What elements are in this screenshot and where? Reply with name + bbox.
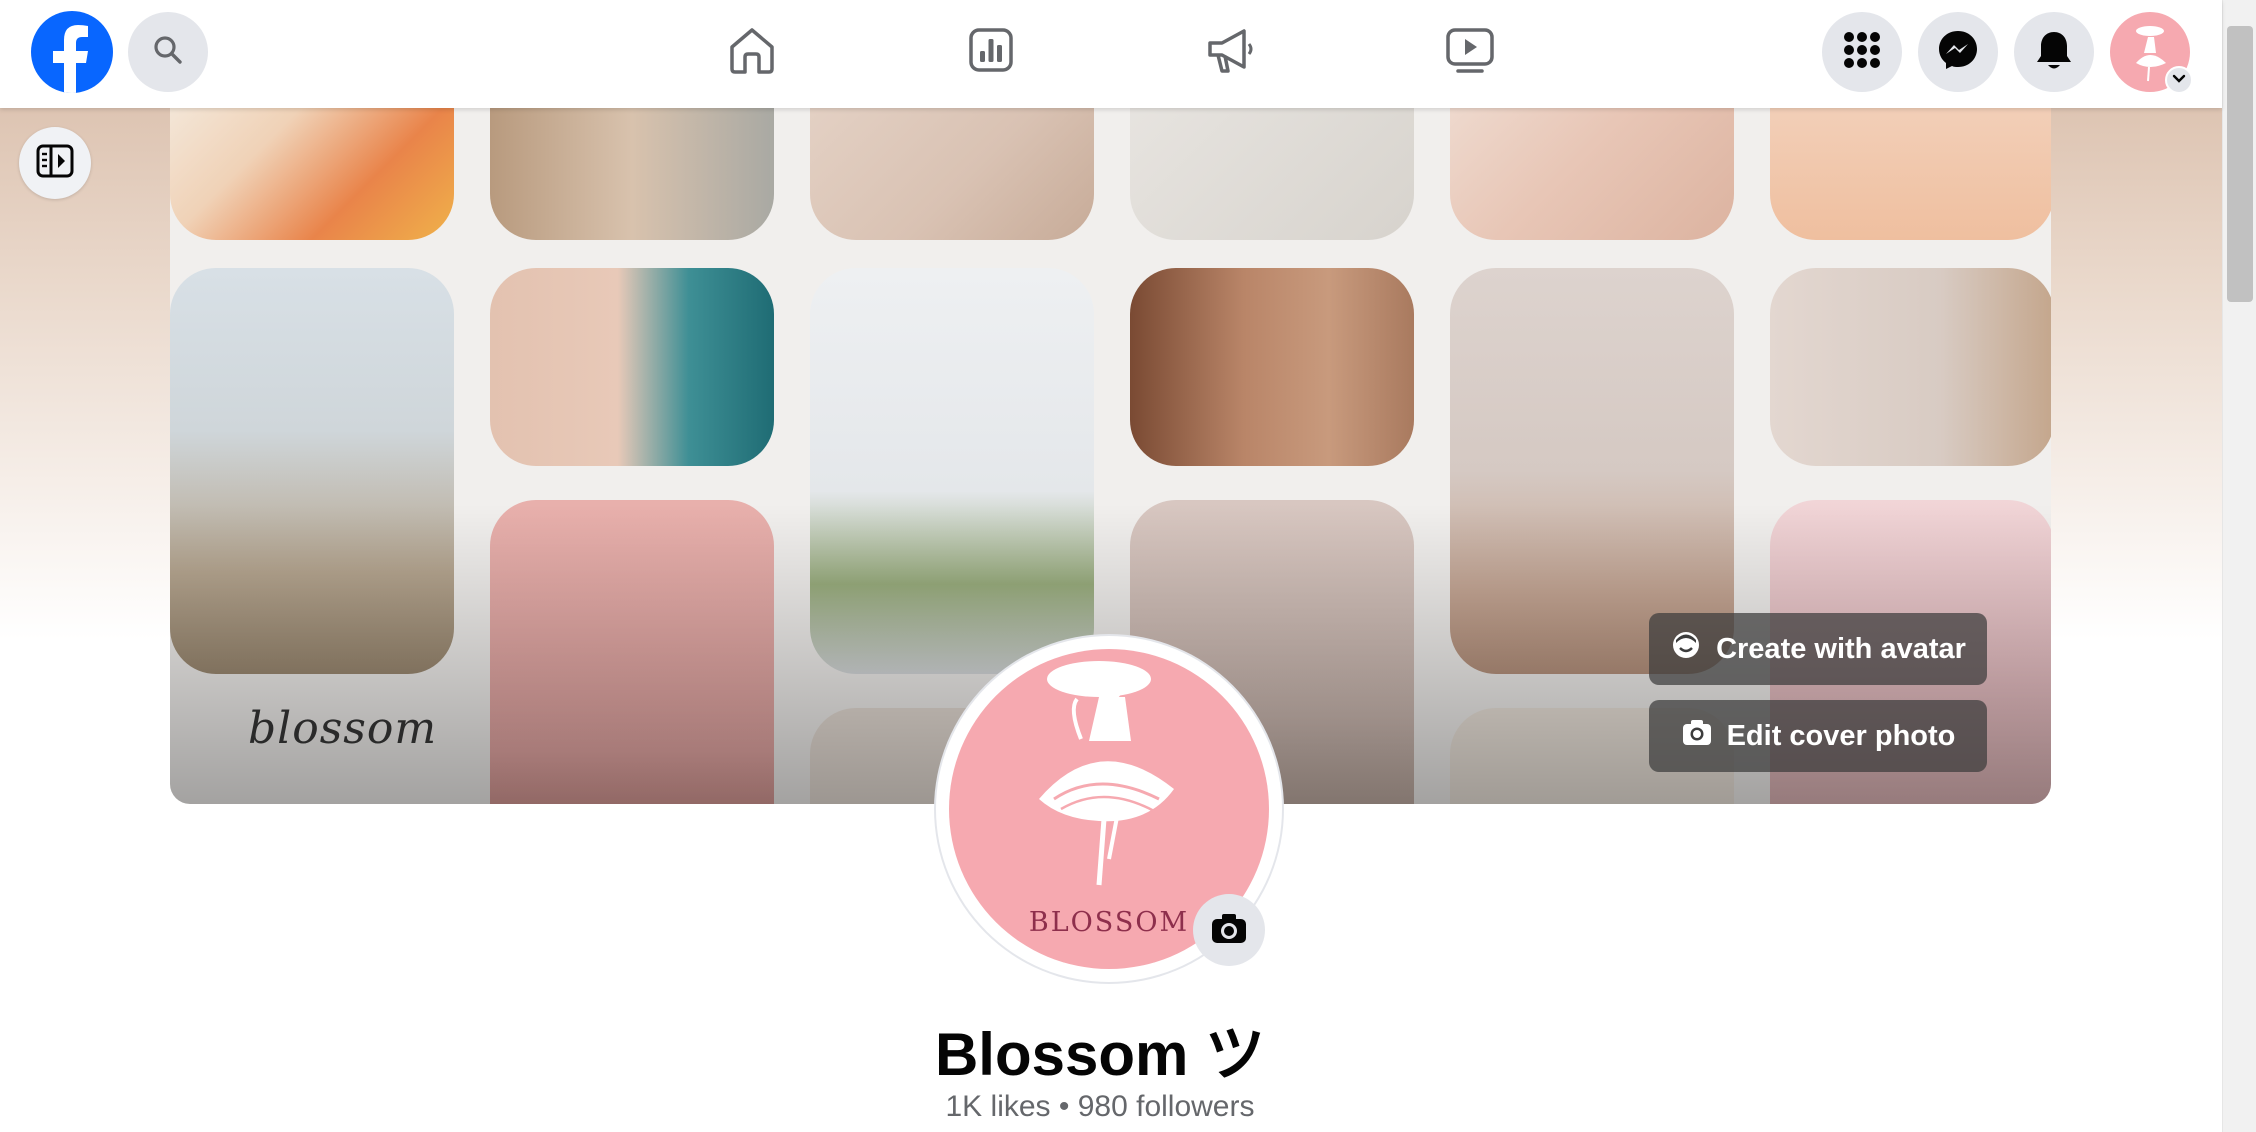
cover-tile [1130,268,1414,466]
avatar-icon [1670,629,1702,669]
page-scrollbar[interactable] [2222,0,2256,1132]
cover-tile [490,108,774,240]
megaphone-icon [1204,25,1256,80]
cover-script-text: blossom [248,703,438,754]
edit-cover-photo-button[interactable]: Edit cover photo [1649,700,1987,772]
cover-tile [490,268,774,466]
camera-icon [1681,717,1713,755]
search-button[interactable] [128,12,208,92]
menu-button[interactable] [1822,12,1902,92]
nav-video[interactable] [1440,22,1500,82]
page-title: Blossom ツ [934,1021,1266,1088]
page-stats: 1K likes • 980 followers [945,1090,1255,1123]
nav-insights[interactable] [961,22,1021,82]
chevron-down-icon [2172,71,2186,89]
camera-icon [1209,910,1249,951]
cover-tile [810,108,1094,240]
search-icon [152,34,184,71]
sidebar-toggle-button[interactable] [19,127,91,199]
page-root: blossom Create with avatar Edit cover ph… [0,0,2256,1132]
chart-icon [967,26,1015,79]
create-with-avatar-button[interactable]: Create with avatar [1649,613,1987,685]
nav-home[interactable] [722,22,782,82]
home-icon [726,25,778,80]
cover-tile [1770,268,2051,466]
account-menu-chevron[interactable] [2165,66,2193,94]
cover-tile [1450,108,1734,240]
video-icon [1444,26,1496,79]
messenger-icon [1937,29,1979,76]
top-navigation-bar [0,0,2222,108]
cover-tile [170,108,454,240]
sidebar-panel-icon [35,143,75,184]
nav-ads[interactable] [1200,22,1260,82]
cover-tile [1770,108,2051,240]
edit-cover-photo-label: Edit cover photo [1726,719,1956,752]
messenger-button[interactable] [1918,12,1998,92]
grid-menu-icon [1843,31,1881,74]
notifications-button[interactable] [2014,12,2094,92]
create-with-avatar-label: Create with avatar [1716,632,1966,665]
update-profile-picture-button[interactable] [1193,894,1265,966]
scrollbar-thumb[interactable] [2227,26,2253,302]
facebook-logo-icon[interactable] [31,11,113,93]
bell-icon [2035,29,2073,76]
cover-tile [1130,108,1414,240]
